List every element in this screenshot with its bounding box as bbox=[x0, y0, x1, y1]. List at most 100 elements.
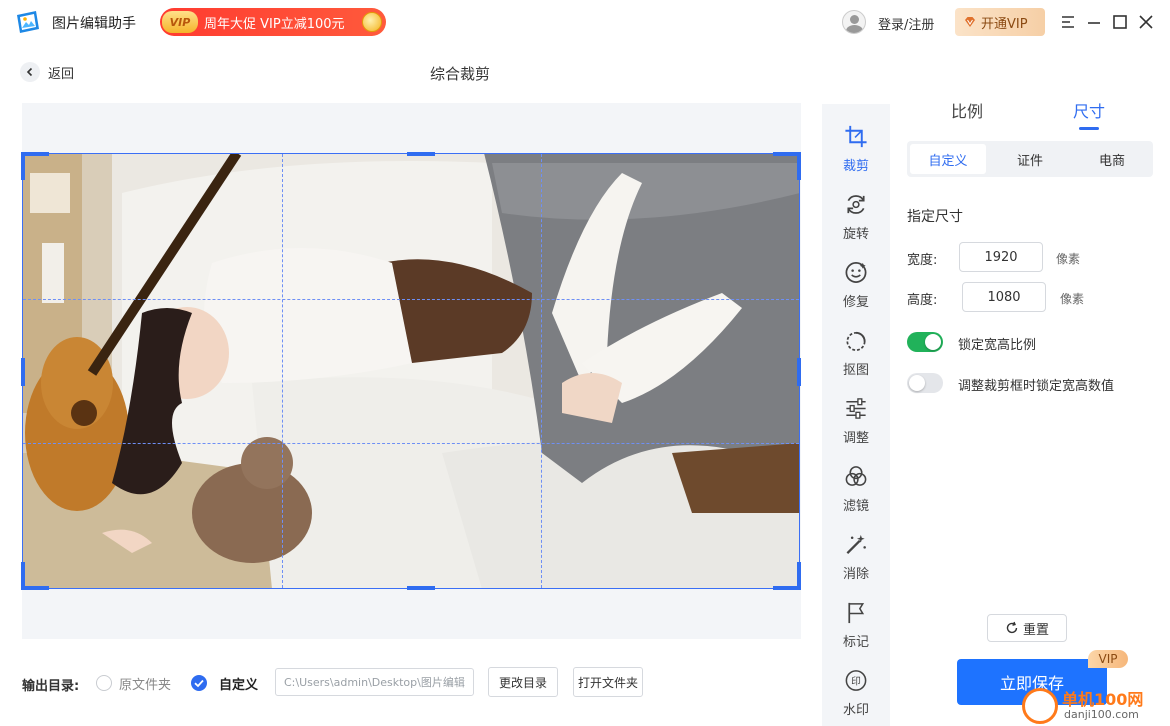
width-input[interactable] bbox=[959, 242, 1043, 272]
coin-icon bbox=[362, 12, 382, 32]
tool-label: 水印 bbox=[842, 703, 869, 718]
watermark-icon: 印 bbox=[845, 670, 867, 691]
tool-crop[interactable]: 裁剪 bbox=[822, 110, 890, 174]
watermark-logo-icon bbox=[1022, 688, 1058, 724]
check-icon bbox=[194, 679, 204, 688]
tool-adjust[interactable]: 调整 bbox=[822, 382, 890, 446]
adjust-sliders-icon bbox=[846, 398, 866, 419]
reset-label: 重置 bbox=[1022, 622, 1049, 638]
crop-handle-top-right-v[interactable] bbox=[797, 152, 801, 180]
grid-line-h2 bbox=[23, 443, 799, 444]
login-link[interactable]: 登录/注册 bbox=[878, 14, 934, 33]
face-repair-icon bbox=[845, 262, 867, 283]
tab-ratio[interactable]: 比例 bbox=[951, 98, 983, 122]
tool-filter[interactable]: 滤镜 bbox=[822, 450, 890, 514]
segment-ecommerce[interactable]: 电商 bbox=[1074, 144, 1150, 174]
height-label: 高度: bbox=[907, 293, 938, 308]
crop-icon bbox=[845, 125, 867, 148]
segment-custom[interactable]: 自定义 bbox=[910, 144, 986, 174]
app-name: 图片编辑助手 bbox=[52, 16, 136, 32]
grid-line-v1 bbox=[282, 154, 283, 588]
tool-label: 调整 bbox=[842, 431, 869, 446]
back-label: 返回 bbox=[48, 66, 75, 82]
crop-handle-right[interactable] bbox=[797, 358, 801, 386]
maximize-icon[interactable] bbox=[1110, 12, 1130, 32]
crop-handle-bottom-left[interactable] bbox=[21, 586, 49, 590]
open-vip-button[interactable]: 开通VIP bbox=[955, 8, 1045, 36]
crop-handle-bottom-left-v[interactable] bbox=[21, 562, 25, 590]
svg-text:印: 印 bbox=[851, 675, 861, 687]
height-input[interactable] bbox=[962, 282, 1046, 312]
grid-line-h1 bbox=[23, 299, 799, 300]
open-folder-button[interactable]: 打开文件夹 bbox=[573, 667, 643, 697]
tool-mark[interactable]: 标记 bbox=[822, 586, 890, 650]
toggle-knob bbox=[909, 375, 925, 391]
crop-frame[interactable] bbox=[21, 152, 801, 590]
tool-label: 抠图 bbox=[842, 363, 869, 378]
refresh-icon bbox=[1006, 621, 1018, 634]
radio-custom-label: 自定义 bbox=[219, 678, 259, 693]
crop-handle-top[interactable] bbox=[407, 152, 435, 156]
open-vip-label: 开通VIP bbox=[981, 16, 1028, 32]
radio-original-label: 原文件夹 bbox=[119, 678, 172, 693]
close-icon[interactable] bbox=[1136, 12, 1156, 32]
magic-wand-icon bbox=[846, 534, 866, 554]
menu-icon[interactable] bbox=[1058, 12, 1078, 32]
tool-rotate[interactable]: 旋转 bbox=[822, 178, 890, 242]
crop-handle-bottom-right-v[interactable] bbox=[797, 562, 801, 590]
page-title: 综合裁剪 bbox=[429, 65, 490, 83]
lock-ratio-label: 锁定宽高比例 bbox=[958, 338, 1037, 353]
diamond-icon bbox=[965, 17, 975, 27]
change-dir-button[interactable]: 更改目录 bbox=[488, 667, 558, 697]
radio-custom[interactable] bbox=[191, 675, 207, 691]
watermark-brand: 单机100网 bbox=[1062, 690, 1144, 709]
app-logo-icon bbox=[17, 11, 39, 33]
section-title: 指定尺寸 bbox=[907, 209, 963, 225]
back-button[interactable]: 返回 bbox=[20, 62, 74, 82]
avatar[interactable] bbox=[842, 10, 866, 34]
title-bar: 图片编辑助手 VIP 周年大促 VIP立减100元 登录/注册 开通VIP bbox=[0, 0, 1170, 44]
chevron-left-icon bbox=[20, 62, 40, 82]
tool-label: 标记 bbox=[842, 635, 869, 650]
tab-active-indicator bbox=[1079, 127, 1099, 130]
crop-handle-bottom[interactable] bbox=[407, 586, 435, 590]
crop-handle-left[interactable] bbox=[21, 358, 25, 386]
preset-segment: 自定义 证件 电商 bbox=[907, 141, 1153, 177]
width-unit: 像素 bbox=[1056, 252, 1081, 266]
tool-label: 旋转 bbox=[842, 227, 869, 242]
tool-cutout[interactable]: 抠图 bbox=[822, 314, 890, 378]
minimize-icon[interactable] bbox=[1084, 12, 1104, 32]
tab-size[interactable]: 尺寸 bbox=[1073, 98, 1105, 122]
toggle-knob bbox=[925, 334, 941, 350]
tool-label: 裁剪 bbox=[842, 159, 869, 174]
cutout-icon bbox=[846, 331, 866, 351]
output-dir-label: 输出目录: bbox=[22, 679, 80, 694]
crop-handle-top-left-v[interactable] bbox=[21, 152, 25, 180]
site-watermark: 单机100网 danji100.com bbox=[1020, 684, 1170, 726]
filter-icon bbox=[845, 466, 867, 486]
tool-label: 滤镜 bbox=[842, 499, 869, 514]
width-label: 宽度: bbox=[907, 253, 938, 268]
radio-original-folder[interactable] bbox=[96, 675, 112, 691]
tool-rail: 裁剪 旋转 修复 抠图 调整 滤镜 消除 标记 印 水印 bbox=[822, 104, 890, 726]
save-vip-badge: VIP bbox=[1088, 650, 1128, 668]
output-path-input[interactable]: C:\Users\admin\Desktop\图片编辑 bbox=[275, 668, 474, 696]
lock-ratio-toggle[interactable] bbox=[907, 332, 943, 352]
lock-values-toggle[interactable] bbox=[907, 373, 943, 393]
tool-erase[interactable]: 消除 bbox=[822, 518, 890, 582]
lock-values-label: 调整裁剪框时锁定宽高数值 bbox=[958, 379, 1115, 394]
promo-vip-badge: VIP bbox=[162, 11, 198, 33]
height-unit: 像素 bbox=[1060, 292, 1085, 306]
tool-label: 消除 bbox=[842, 567, 869, 582]
flag-icon bbox=[848, 602, 865, 624]
promo-text: 周年大促 VIP立减100元 bbox=[204, 17, 345, 32]
promo-banner[interactable]: VIP 周年大促 VIP立减100元 bbox=[160, 8, 386, 36]
segment-id-photo[interactable]: 证件 bbox=[992, 144, 1068, 174]
grid-line-v2 bbox=[541, 154, 542, 588]
crop-handle-top-left[interactable] bbox=[21, 152, 49, 156]
tool-repair[interactable]: 修复 bbox=[822, 246, 890, 310]
watermark-domain: danji100.com bbox=[1064, 708, 1139, 721]
rotate-icon bbox=[847, 195, 865, 214]
tool-watermark[interactable]: 印 水印 bbox=[822, 654, 890, 718]
reset-button[interactable]: 重置 bbox=[987, 614, 1067, 642]
